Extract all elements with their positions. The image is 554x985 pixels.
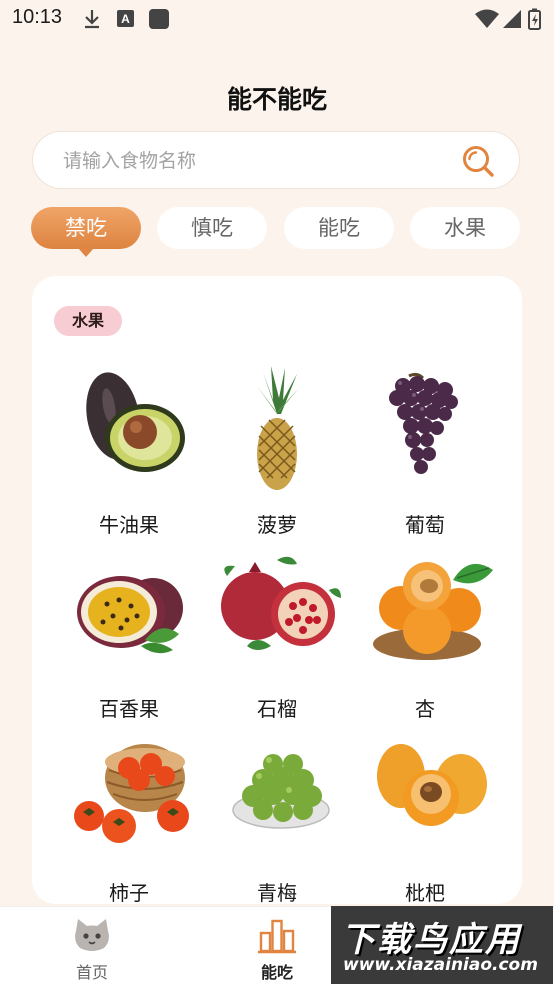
font-a-icon: A	[117, 10, 134, 27]
bar-chart-icon	[258, 919, 296, 954]
food-name: 菠萝	[257, 513, 297, 537]
food-card: 水果 牛油果 菠萝 葡萄 百香果 石榴 杏 柿子 青梅 枇杷	[32, 276, 522, 904]
loquat-icon	[377, 744, 487, 826]
food-item-grape[interactable]: 葡萄	[350, 366, 500, 537]
nav-edible[interactable]: 能吃	[222, 915, 332, 982]
cat-face-icon	[75, 919, 109, 951]
food-item-pomegranate[interactable]: 石榴	[202, 550, 352, 721]
tab-fruit[interactable]: 水果	[410, 207, 520, 249]
green-plum-icon	[232, 754, 330, 829]
status-time: 10:13	[12, 6, 63, 28]
watermark: 下载鸟应用 www.xiazainiao.com	[331, 906, 553, 984]
battery-icon	[528, 8, 541, 30]
pineapple-icon	[257, 366, 299, 490]
food-name: 百香果	[99, 697, 159, 721]
grape-icon	[389, 372, 458, 474]
pomegranate-icon	[221, 556, 341, 650]
food-item-green-plum[interactable]: 青梅	[202, 734, 352, 904]
food-item-avocado[interactable]: 牛油果	[54, 366, 204, 537]
food-item-pineapple[interactable]: 菠萝	[202, 366, 352, 537]
search-input[interactable]	[61, 132, 455, 190]
food-name: 杏	[415, 697, 435, 721]
page-title: 能不能吃	[226, 85, 327, 114]
food-item-loquat[interactable]: 枇杷	[350, 734, 500, 904]
search-icon[interactable]	[461, 144, 495, 178]
watermark-title: 下载鸟应用	[341, 920, 521, 960]
watermark-url: www.xiazainiao.com	[343, 955, 538, 975]
food-name: 葡萄	[405, 513, 445, 537]
search-bar	[32, 131, 520, 190]
food-name: 柿子	[109, 881, 149, 904]
nav-edible-label: 能吃	[260, 963, 293, 982]
app-square-icon	[149, 9, 169, 29]
food-name: 石榴	[257, 697, 297, 721]
persimmon-icon	[74, 744, 189, 843]
download-icon	[85, 10, 99, 29]
tab-forbidden[interactable]: 禁吃	[31, 207, 141, 257]
food-name: 枇杷	[405, 881, 445, 904]
signal-icon	[503, 10, 521, 28]
apricot-icon	[373, 562, 493, 660]
food-item-apricot[interactable]: 杏	[350, 550, 500, 721]
category-badge: 水果	[54, 306, 122, 336]
tab-edible[interactable]: 能吃	[284, 207, 394, 249]
passion-fruit-icon	[77, 576, 183, 654]
food-name: 青梅	[257, 881, 297, 904]
avocado-icon	[86, 372, 185, 472]
status-bar: 10:13 A	[0, 0, 554, 38]
food-name: 牛油果	[99, 513, 159, 537]
food-item-persimmon[interactable]: 柿子	[54, 734, 204, 904]
nav-home[interactable]: 首页	[37, 915, 147, 982]
tab-caution[interactable]: 慎吃	[157, 207, 267, 249]
svg-text:A: A	[121, 12, 130, 26]
category-tabs: 禁吃 慎吃 能吃 水果	[0, 207, 554, 257]
wifi-icon	[475, 9, 499, 28]
nav-home-label: 首页	[75, 963, 108, 982]
food-item-passion-fruit[interactable]: 百香果	[54, 550, 204, 721]
